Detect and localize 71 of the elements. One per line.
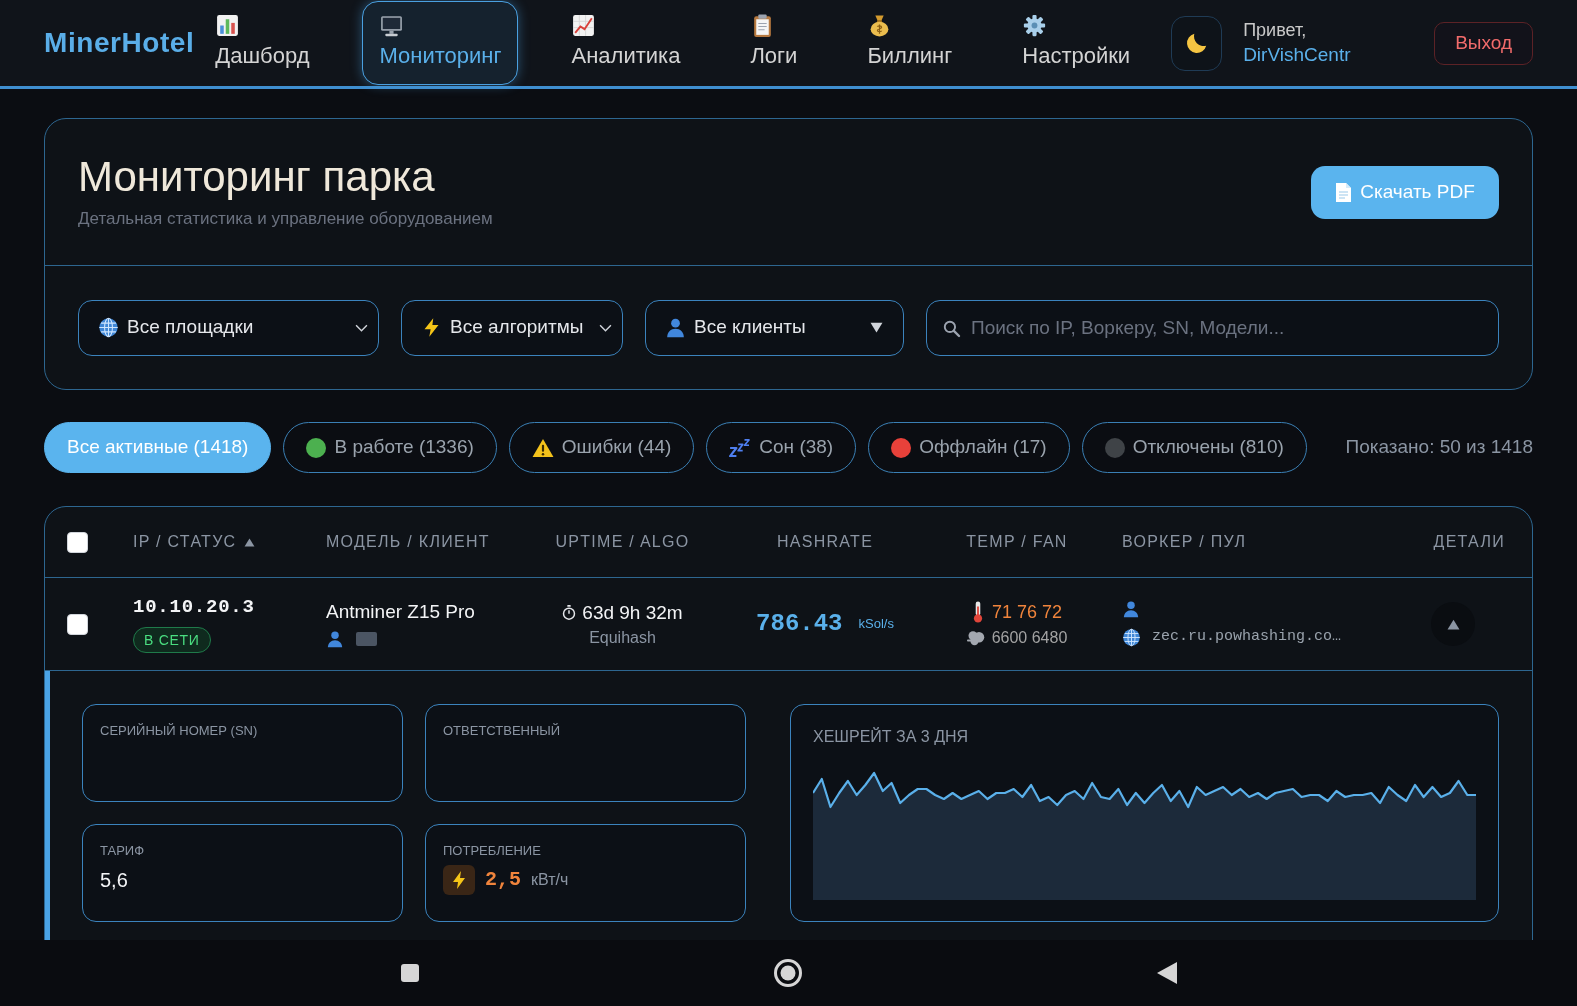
column-header[interactable]: UPTIME / ALGO — [555, 530, 690, 554]
field-label: ПОТРЕБЛЕНИЕ — [443, 843, 541, 859]
column-header[interactable]: ДЕТАЛИ — [1433, 530, 1505, 554]
column-header[interactable]: TEMP / FAN — [966, 530, 1068, 554]
fan-speed-values: 6600 6480 — [991, 628, 1068, 648]
hashrate-unit: kSol/s — [858, 615, 894, 634]
redaction-block-icon — [356, 632, 377, 646]
nav-tab[interactable]: Настройки — [1005, 1, 1148, 85]
temperature-values: 71 76 72 — [991, 601, 1063, 624]
sleep-icon — [729, 438, 752, 457]
globe-icon — [1122, 627, 1141, 647]
username-text: DirVishCentr — [1243, 43, 1351, 67]
logout-button[interactable]: Выход — [1434, 21, 1533, 65]
square-icon[interactable] — [400, 964, 419, 982]
page-title: Мониторинг парка — [78, 153, 435, 201]
triangle-up-icon — [1446, 618, 1460, 630]
search-field[interactable]: Поиск по IP, Воркеру, SN, Модели... — [926, 299, 1499, 356]
person-icon — [1122, 599, 1140, 618]
nav-tab[interactable]: Биллинг — [850, 1, 970, 85]
field-label: СЕРИЙНЫЙ НОМЕР (SN) — [100, 723, 258, 739]
app-logo: MinerHotel — [44, 26, 195, 60]
globe-icon — [98, 317, 119, 338]
field-value: 5,6 — [100, 868, 128, 892]
filter-select[interactable]: Все клиенты — [645, 299, 904, 356]
column-header[interactable]: IP / СТАТУС — [133, 530, 237, 554]
monitor-icon — [379, 13, 405, 38]
nav-tab[interactable]: Дашборд — [198, 1, 327, 85]
row-checkbox[interactable] — [67, 613, 88, 635]
pool-address: zec.ru.powhashing.co… — [1152, 626, 1342, 647]
bar-chart-icon — [215, 13, 241, 38]
shown-count-text: Показано: 50 из 1418 — [1345, 435, 1533, 460]
cloud-puff-icon — [966, 630, 985, 646]
algorithm-name: Equihash — [589, 627, 656, 648]
greeting-text: Привет, — [1243, 19, 1307, 42]
theme-toggle-button[interactable] — [1171, 15, 1223, 71]
search-icon — [942, 318, 961, 338]
field-label: ТАРИФ — [100, 843, 145, 859]
stopwatch-icon — [562, 605, 577, 620]
chart-title: ХЕШРЕЙТ ЗА 3 ДНЯ — [813, 727, 969, 747]
model-name: Antminer Z15 Pro — [326, 600, 475, 624]
gear-icon — [1022, 13, 1048, 38]
chevron-down-icon — [599, 323, 612, 332]
document-icon — [1335, 181, 1353, 203]
collapse-toggle-button[interactable] — [1431, 602, 1475, 646]
ip-address: 10.10.20.3 — [133, 595, 255, 619]
nav-tab[interactable]: Аналитика — [554, 1, 698, 85]
lightning-icon — [443, 865, 475, 895]
nav-tab[interactable]: Логи — [733, 1, 815, 85]
ring-icon[interactable] — [773, 959, 802, 987]
select-all-checkbox[interactable] — [67, 531, 88, 553]
thermometer-icon — [971, 601, 984, 623]
hashrate-value: 786.43 — [756, 609, 843, 639]
column-header[interactable]: МОДЕЛЬ / КЛИЕНТ — [326, 530, 490, 554]
page-subtitle: Детальная статистика и управление оборудованием — [78, 208, 493, 230]
nav-tab[interactable]: Мониторинг — [362, 1, 519, 85]
triangle-left-icon[interactable] — [1156, 962, 1177, 984]
column-header[interactable]: ВОРКЕР / ПУЛ — [1122, 530, 1247, 554]
column-header[interactable]: HASHRATE — [776, 530, 874, 554]
triangle-down-icon — [870, 322, 883, 333]
filter-select[interactable]: Все площадки — [78, 299, 379, 356]
power-value: 2,5 — [485, 867, 521, 893]
person-icon — [665, 317, 686, 338]
status-badge: В СЕТИ — [133, 627, 211, 653]
power-unit: кВт/ч — [531, 870, 569, 890]
line-chart-icon — [571, 13, 597, 38]
field-label: ОТВЕТСТВЕННЫЙ — [443, 723, 561, 739]
warning-icon — [531, 437, 554, 458]
filter-select[interactable]: Все алгоритмы — [401, 299, 623, 356]
uptime-value: 63d 9h 32m — [582, 600, 683, 625]
chevron-down-icon — [355, 323, 368, 332]
person-icon — [326, 630, 344, 648]
